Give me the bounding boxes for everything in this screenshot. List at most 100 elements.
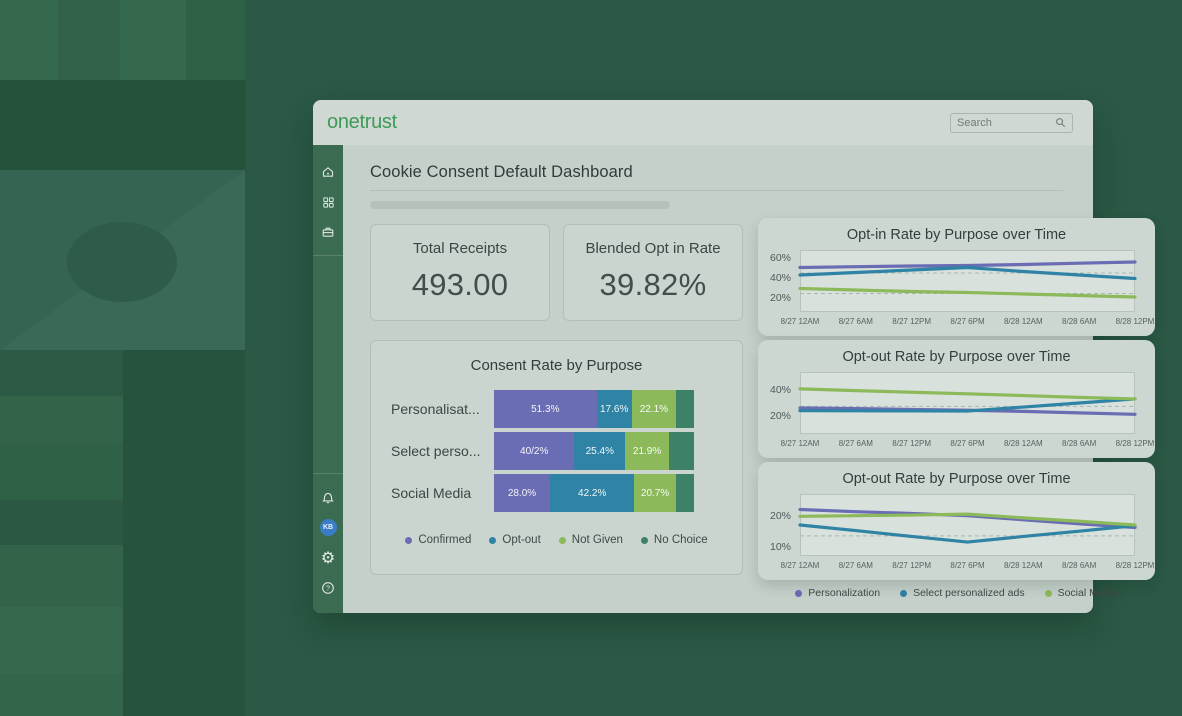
- skeleton-loading-bar: [370, 201, 670, 209]
- consent-legend: Confirmed Opt-out Not Given No Choice: [371, 534, 742, 546]
- legend-label: Social Media: [1058, 587, 1118, 599]
- x-axis-labels: 8/27 12AM8/27 6AM8/27 12PM8/27 6PM8/28 1…: [800, 439, 1135, 450]
- bar-segment: 42.2%: [550, 474, 634, 512]
- legend-item: Social Media: [1045, 587, 1118, 599]
- purpose-legend: PersonalizationSelect personalized adsSo…: [758, 587, 1155, 599]
- legend-dot: [1045, 590, 1052, 597]
- legend-item: Not Given: [559, 534, 623, 546]
- bar-segment: [669, 432, 694, 470]
- bg-block: [0, 443, 123, 500]
- bar-segment: 17.6%: [597, 390, 632, 428]
- x-tick-label: 8/27 6AM: [839, 561, 873, 570]
- legend-label: Opt-out: [502, 534, 540, 546]
- stat-card-total-receipts: Total Receipts 493.00: [370, 224, 550, 321]
- y-axis-labels: 20% 10%: [758, 494, 794, 556]
- bar-row: Personalisat...51.3%17.6% 22.1%: [391, 390, 742, 428]
- legend-item: Confirmed: [405, 534, 471, 546]
- stat-value: 39.82%: [564, 267, 742, 303]
- bar-segment-label: 21.9%: [633, 446, 661, 457]
- x-tick-label: 8/27 6PM: [950, 561, 984, 570]
- legend-label: Select personalized ads: [913, 587, 1025, 599]
- bar-segment-label: 42.2%: [578, 488, 606, 499]
- bar-segment: 51.3%: [494, 390, 597, 428]
- sidebar: KB ⚙ ?: [313, 145, 343, 613]
- x-tick-label: 8/28 12AM: [1004, 317, 1043, 326]
- opt-out-rate-chart-card-2: Opt-out Rate by Purpose over Time 20% 10%…: [758, 462, 1155, 580]
- line-charts-column: Opt-in Rate by Purpose over Time 60%40%2…: [758, 218, 1155, 599]
- x-tick-label: 8/27 6PM: [950, 317, 984, 326]
- page-title: Cookie Consent Default Dashboard: [370, 163, 633, 182]
- dashboard-window: onetrust: [313, 100, 1093, 613]
- bar-segment: 40/2%: [494, 432, 574, 470]
- legend-label: Confirmed: [418, 534, 471, 546]
- sidebar-divider: [313, 473, 343, 474]
- legend-dot: [405, 537, 412, 544]
- x-tick-label: 8/27 12PM: [892, 439, 931, 448]
- help-icon[interactable]: ?: [321, 581, 335, 595]
- gear-icon[interactable]: ⚙: [321, 551, 335, 565]
- x-tick-label: 8/28 6AM: [1062, 317, 1096, 326]
- plot-area: 40%20%: [800, 372, 1135, 434]
- series-line: [800, 268, 1135, 279]
- search-box[interactable]: [950, 113, 1073, 133]
- x-tick-label: 8/27 12AM: [781, 317, 820, 326]
- legend-dot: [489, 537, 496, 544]
- y-tick-label: 20%: [755, 410, 791, 422]
- chart-title: Opt-out Rate by Purpose over Time: [758, 471, 1155, 487]
- bg-block: [0, 607, 123, 674]
- bg-block: [0, 545, 123, 607]
- bg-block: [0, 396, 123, 443]
- legend-dot: [900, 590, 907, 597]
- chart-title: Consent Rate by Purpose: [371, 357, 742, 374]
- bar-row: Select perso... 40/2% 25.4% 21.9%: [391, 432, 742, 470]
- search-input[interactable]: [957, 117, 1055, 129]
- bar-category-label: Personalisat...: [391, 401, 494, 417]
- titlebar: onetrust: [313, 100, 1093, 145]
- apps-grid-icon[interactable]: [321, 195, 335, 209]
- bar-segment-label: 20.7%: [641, 488, 669, 499]
- y-tick-label: 20%: [755, 510, 791, 522]
- opt-in-rate-chart-card: Opt-in Rate by Purpose over Time 60%40%2…: [758, 218, 1155, 336]
- bar-segment-label: 40/2%: [520, 446, 548, 457]
- legend-item: Opt-out: [489, 534, 540, 546]
- title-divider: [370, 190, 1063, 191]
- bar-segment-label: 25.4%: [586, 446, 614, 457]
- bg-block: [120, 0, 186, 80]
- legend-item: No Choice: [641, 534, 708, 546]
- bar-segment: 28.0%: [494, 474, 550, 512]
- consent-rate-chart-card: Consent Rate by Purpose Personalisat...5…: [370, 340, 743, 575]
- bar-track: 51.3%17.6% 22.1%: [494, 390, 694, 428]
- bg-block: [0, 350, 123, 396]
- bar-segment-label: 28.0%: [508, 488, 536, 499]
- series-line: [800, 525, 1135, 542]
- bg-block: [0, 80, 245, 170]
- sidebar-divider: [313, 255, 343, 256]
- bar-segment: [676, 390, 694, 428]
- legend-dot: [641, 537, 648, 544]
- y-tick-label: 40%: [755, 384, 791, 396]
- bar-track: 28.0% 42.2% 20.7%: [494, 474, 694, 512]
- x-axis-labels: 8/27 12AM8/27 6AM8/27 12PM8/27 6PM8/28 1…: [800, 317, 1135, 328]
- legend-item: Select personalized ads: [900, 587, 1025, 599]
- bar-segment-label: 17.6%: [600, 404, 628, 415]
- opt-out-rate-chart-card-1: Opt-out Rate by Purpose over Time 40%20%…: [758, 340, 1155, 458]
- home-icon[interactable]: [321, 165, 335, 179]
- search-icon: [1055, 117, 1066, 128]
- x-tick-label: 8/28 6AM: [1062, 561, 1096, 570]
- legend-dot: [795, 590, 802, 597]
- bg-block: [186, 0, 245, 80]
- bg-block: [0, 500, 123, 545]
- chart-title: Opt-in Rate by Purpose over Time: [758, 227, 1155, 243]
- y-tick-label: 10%: [755, 541, 791, 553]
- chart-title: Opt-out Rate by Purpose over Time: [758, 349, 1155, 365]
- series-line: [800, 289, 1135, 298]
- bg-block: [58, 0, 120, 80]
- bell-icon[interactable]: [321, 490, 335, 504]
- bar-category-label: Select perso...: [391, 443, 494, 459]
- bar-segment: 22.1%: [632, 390, 676, 428]
- briefcase-icon[interactable]: [321, 225, 335, 239]
- x-tick-label: 8/27 12AM: [781, 439, 820, 448]
- bg-block: [123, 350, 245, 716]
- series-line: [800, 510, 1135, 528]
- avatar[interactable]: KB: [320, 519, 337, 536]
